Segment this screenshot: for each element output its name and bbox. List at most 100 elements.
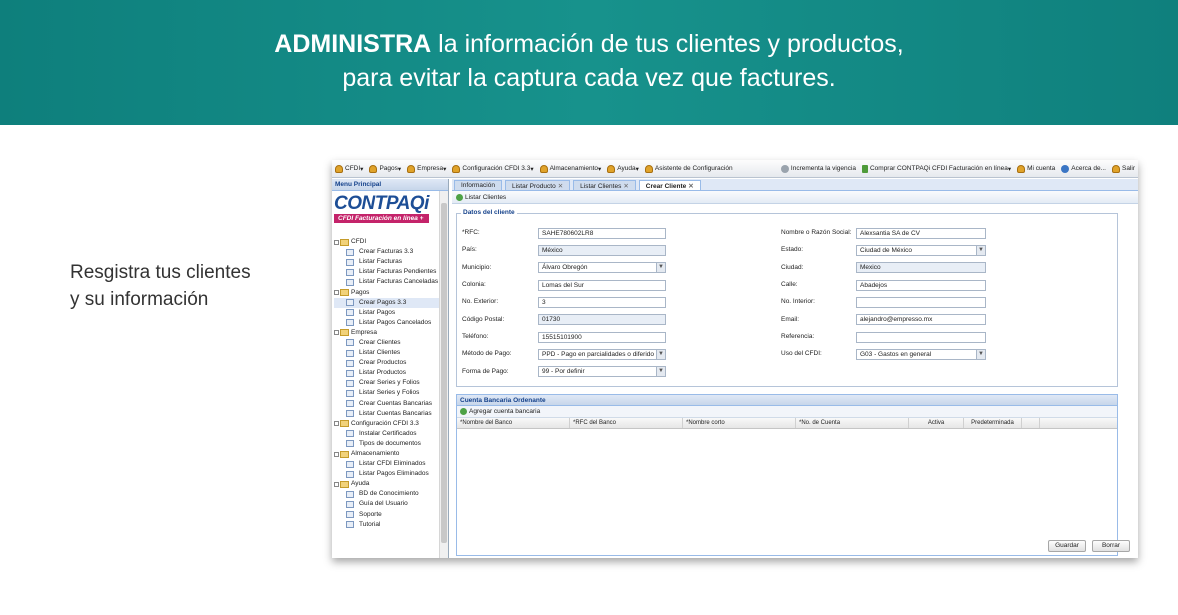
tel-field[interactable]: 15515101900 xyxy=(538,332,666,343)
tree-item[interactable]: Listar Facturas Pendientes xyxy=(334,267,440,277)
menu-acerca[interactable]: Acerca de... xyxy=(1058,164,1109,173)
menu-label: Asistente de Configuración xyxy=(654,165,733,172)
tab-listar-producto[interactable]: Listar Producto ✕ xyxy=(504,180,571,190)
tree-item[interactable]: Listar Facturas xyxy=(334,257,440,267)
email-field[interactable]: alejandro@empresso.mx xyxy=(856,314,986,325)
tree-folder[interactable]: Almacenamiento xyxy=(334,449,440,459)
municipio-value: Álvaro Obregón xyxy=(542,264,588,271)
expand-toggle-icon[interactable] xyxy=(334,290,339,296)
menu-label: Ayuda xyxy=(617,165,636,172)
tree-item[interactable]: BD de Conocimiento xyxy=(334,489,440,499)
menu-pagos[interactable]: Pagos ▾ xyxy=(366,164,404,173)
razon-field[interactable]: Alexsantia SA de CV xyxy=(856,228,986,239)
column-header[interactable]: *Nombre corto xyxy=(683,418,796,428)
expand-toggle-icon[interactable] xyxy=(334,239,339,245)
tree-item[interactable]: Listar Productos xyxy=(334,368,440,378)
scrollbar-thumb[interactable] xyxy=(441,203,447,543)
tree-folder[interactable]: Empresa xyxy=(334,328,440,338)
colonia-field[interactable]: Lomas del Sur xyxy=(538,280,666,291)
tree-item[interactable]: Crear Series y Folios xyxy=(334,378,440,388)
menu-incrementa[interactable]: Incrementa la vigencia xyxy=(778,164,859,173)
tree-item[interactable]: Soporte xyxy=(334,510,440,520)
add-bank-account-button[interactable]: Agregar cuenta bancaria xyxy=(460,408,540,415)
tree-item[interactable]: Listar Facturas Canceladas xyxy=(334,277,440,287)
metodo-label: Método de Pago: xyxy=(462,350,512,357)
ref-field[interactable] xyxy=(856,332,986,343)
tree-item[interactable]: Listar Pagos xyxy=(334,308,440,318)
forma-select[interactable]: 99 - Por definir ▼ xyxy=(538,366,666,377)
column-header[interactable]: Activa xyxy=(909,418,964,428)
tree-item[interactable]: Crear Facturas 3.3 xyxy=(334,247,440,257)
tab-crear-cliente[interactable]: Crear Cliente ✕ xyxy=(638,180,701,190)
user-icon xyxy=(369,164,378,173)
tree-item[interactable]: Guía del Usuario xyxy=(334,499,440,509)
estado-select[interactable]: Ciudad de México ▼ xyxy=(856,245,986,256)
user-icon xyxy=(335,164,343,173)
tree-item[interactable]: Tutorial xyxy=(334,520,440,530)
tree-item[interactable]: Instalar Certificados xyxy=(334,429,440,439)
metodo-select[interactable]: PPD - Pago en parcialidades o diferido ▼ xyxy=(538,349,666,360)
rfc-field[interactable]: SAHE780602LR8 xyxy=(538,228,666,239)
tree-folder[interactable]: Ayuda xyxy=(334,479,440,489)
cp-field[interactable]: 01730 xyxy=(538,314,666,325)
tree-item[interactable]: Crear Cuentas Bancarias xyxy=(334,399,440,409)
tab-informacion[interactable]: Información xyxy=(454,180,502,190)
chevron-down-icon[interactable]: ▼ xyxy=(976,246,985,255)
noext-field[interactable]: 3 xyxy=(538,297,666,308)
menu-asistente[interactable]: Asistente de Configuración xyxy=(642,164,736,173)
menu-empresa[interactable]: Empresa ▾ xyxy=(404,164,449,173)
chevron-down-icon[interactable]: ▼ xyxy=(976,350,985,359)
tree-item[interactable]: Listar Series y Folios xyxy=(334,388,440,398)
menu-cfdi[interactable]: CFDI ▾ xyxy=(332,164,366,173)
chevron-down-icon[interactable]: ▼ xyxy=(656,350,665,359)
chevron-down-icon[interactable]: ▼ xyxy=(656,263,665,272)
tree-label: Listar Pagos Eliminados xyxy=(359,470,429,478)
tree-item[interactable]: Crear Pagos 3.3 xyxy=(334,297,440,308)
tree-item[interactable]: Listar Clientes xyxy=(334,348,440,358)
calle-field[interactable]: Abadejos xyxy=(856,280,986,291)
sidebar-scrollbar[interactable] xyxy=(439,191,448,558)
column-header[interactable]: *RFC del Banco xyxy=(570,418,683,428)
tab-listar-clientes[interactable]: Listar Clientes ✕ xyxy=(573,180,636,190)
tree-label: Listar Facturas Canceladas xyxy=(359,278,439,286)
noint-field[interactable] xyxy=(856,297,986,308)
menu-almacenamiento[interactable]: Almacenamiento ▾ xyxy=(537,164,605,173)
expand-toggle-icon[interactable] xyxy=(334,330,339,336)
page-icon xyxy=(346,511,354,519)
user-icon xyxy=(407,164,416,173)
tree-item[interactable]: Crear Clientes xyxy=(334,338,440,348)
expand-toggle-icon[interactable] xyxy=(334,451,339,457)
column-header[interactable]: Predeterminada xyxy=(964,418,1022,428)
tree-item[interactable]: Listar Pagos Cancelados xyxy=(334,318,440,328)
calle-label: Calle: xyxy=(781,281,798,288)
menu-configuracion[interactable]: Configuración CFDI 3.3 ▾ xyxy=(449,164,536,173)
tree-item[interactable]: Tipos de documentos xyxy=(334,439,440,449)
menu-salir[interactable]: Salir xyxy=(1109,164,1138,173)
ciudad-field[interactable]: Mexico xyxy=(856,262,986,273)
close-icon[interactable]: ✕ xyxy=(688,183,693,190)
tree-item[interactable]: Crear Productos xyxy=(334,358,440,368)
chevron-down-icon[interactable]: ▼ xyxy=(656,367,665,376)
close-icon[interactable]: ✕ xyxy=(558,183,563,190)
tree-folder[interactable]: CFDI xyxy=(334,237,440,247)
list-clients-button[interactable]: Listar Clientes xyxy=(456,193,506,201)
tree-item[interactable]: Listar Pagos Eliminados xyxy=(334,469,440,479)
uso-select[interactable]: G03 - Gastos en general ▼ xyxy=(856,349,986,360)
municipio-select[interactable]: Álvaro Obregón ▼ xyxy=(538,262,666,273)
menu-ayuda[interactable]: Ayuda ▾ xyxy=(604,164,642,173)
column-header[interactable]: *No. de Cuenta xyxy=(796,418,909,428)
tree-item[interactable]: Listar CFDI Eliminados xyxy=(334,459,440,469)
save-button[interactable]: Guardar xyxy=(1048,540,1086,552)
tree-item[interactable]: Listar Cuentas Bancarias xyxy=(334,409,440,419)
expand-toggle-icon[interactable] xyxy=(334,481,339,487)
pais-field[interactable]: México xyxy=(538,245,666,256)
expand-toggle-icon[interactable] xyxy=(334,421,339,427)
tree-folder[interactable]: Pagos xyxy=(334,287,440,297)
close-icon[interactable]: ✕ xyxy=(623,183,628,190)
menu-mi-cuenta[interactable]: Mi cuenta xyxy=(1014,164,1058,173)
column-header[interactable]: *Nombre del Banco xyxy=(457,418,570,428)
clear-button[interactable]: Borrar xyxy=(1092,540,1130,552)
ciudad-label: Ciudad: xyxy=(781,264,804,271)
tree-folder[interactable]: Configuración CFDI 3.3 xyxy=(334,419,440,429)
menu-comprar[interactable]: Comprar CONTPAQi CFDI Facturación en lín… xyxy=(859,164,1014,173)
